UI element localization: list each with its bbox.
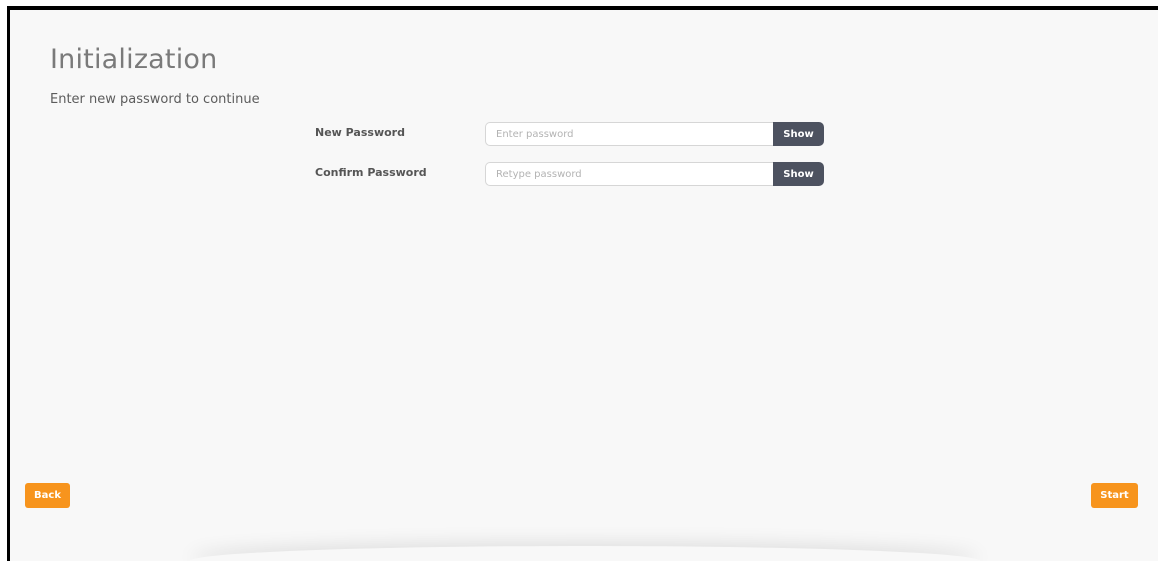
setup-panel: Initialization Enter new password to con… — [7, 6, 1158, 561]
start-button[interactable]: Start — [1091, 483, 1138, 508]
back-button[interactable]: Back — [25, 483, 70, 508]
confirm-password-label: Confirm Password — [315, 166, 427, 179]
confirm-password-show-button[interactable]: Show — [773, 162, 824, 186]
new-password-input[interactable] — [485, 122, 775, 146]
new-password-group: Show — [485, 122, 824, 146]
new-password-show-button[interactable]: Show — [773, 122, 824, 146]
confirm-password-input[interactable] — [485, 162, 775, 186]
page-subtitle: Enter new password to continue — [50, 92, 260, 107]
page-title: Initialization — [50, 44, 218, 75]
new-password-label: New Password — [315, 126, 405, 139]
bottom-shadow-divider — [190, 546, 980, 561]
confirm-password-group: Show — [485, 162, 824, 186]
